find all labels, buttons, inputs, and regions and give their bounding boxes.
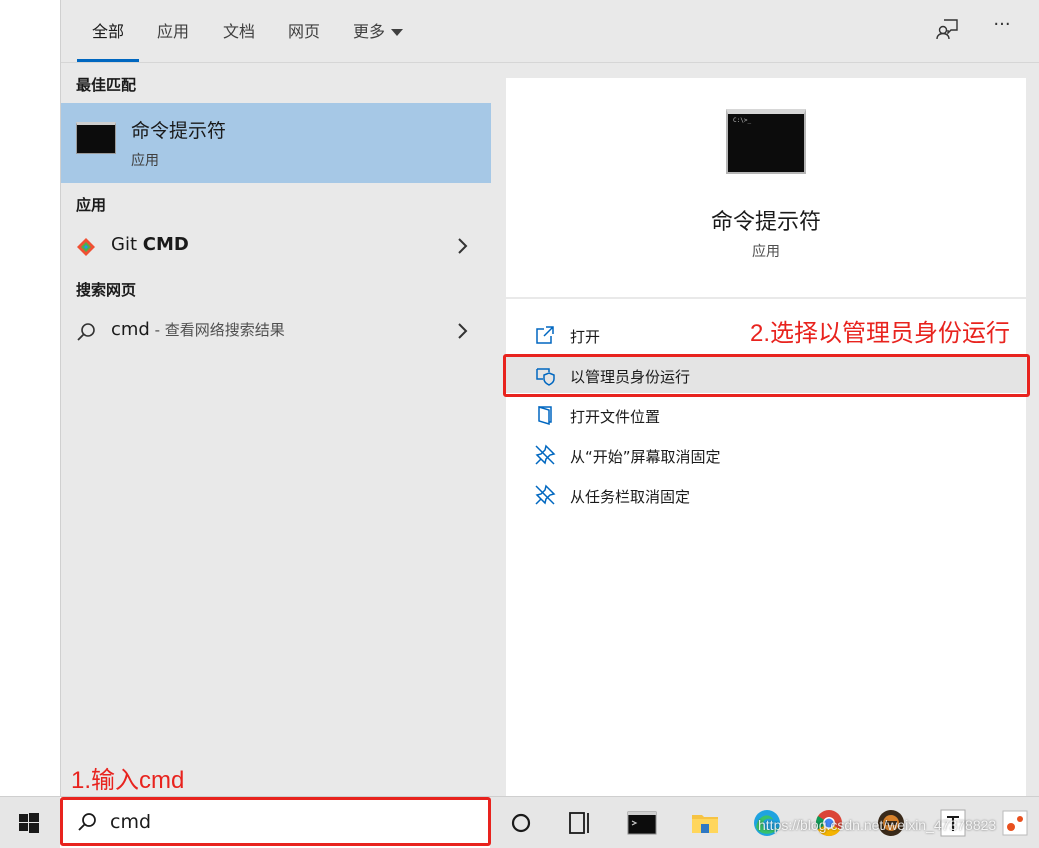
tab-documents[interactable]: 文档 [223, 18, 255, 42]
action-unpin-taskbar[interactable]: 从任务栏取消固定 [506, 477, 1026, 513]
tab-web[interactable]: 网页 [288, 18, 320, 42]
app-name-prefix: Git [111, 234, 143, 255]
feedback-icon[interactable] [935, 16, 961, 42]
annotation-step2: 2.选择以管理员身份运行 [750, 320, 1011, 347]
chevron-right-icon[interactable] [457, 236, 469, 256]
annotation-box-search [60, 797, 491, 846]
web-heading: 搜索网页 [76, 281, 137, 299]
app-name-bold: CMD [142, 234, 189, 255]
tabs-divider [61, 62, 1039, 63]
unpin-icon [535, 444, 556, 465]
best-match-item[interactable]: 命令提示符 应用 [61, 103, 491, 183]
action-unpin-taskbar-label: 从任务栏取消固定 [570, 488, 691, 506]
web-result-label: cmd - 查看网络搜索结果 [111, 319, 285, 340]
windows-start-icon[interactable] [18, 812, 40, 834]
annotation-box-run-as-admin [503, 354, 1030, 397]
tab-more[interactable]: 更多 [353, 18, 404, 42]
app-result-git-cmd[interactable]: Git CMD [61, 226, 491, 266]
tab-more-label: 更多 [353, 22, 386, 41]
git-icon [77, 238, 95, 256]
search-icon [77, 323, 95, 341]
chevron-down-icon [391, 29, 404, 36]
filter-tabs: 全部 应用 文档 网页 更多 ··· [61, 0, 1039, 62]
watermark-text: https://blog.csdn.net/weixin_47378823 [758, 817, 997, 833]
chevron-right-icon[interactable] [457, 321, 469, 341]
app-icon[interactable] [999, 807, 1031, 839]
search-panel: 全部 应用 文档 网页 更多 ··· 最佳匹配 命令提示符 应用 应用 Git … [60, 0, 1039, 796]
web-query: cmd [111, 319, 150, 340]
cortana-icon[interactable] [505, 807, 537, 839]
more-options-icon[interactable]: ··· [989, 14, 1015, 40]
file-explorer-icon[interactable] [689, 807, 721, 839]
app-result-label: Git CMD [111, 234, 189, 255]
action-open-label: 打开 [570, 328, 601, 346]
best-match-name: 命令提示符 [131, 120, 227, 142]
command-prompt-icon [76, 122, 116, 154]
tab-all[interactable]: 全部 [92, 18, 124, 42]
file-location-icon [538, 405, 552, 426]
best-match-type: 应用 [131, 153, 159, 169]
unpin-icon [535, 484, 556, 505]
annotation-step1: 1.输入cmd [71, 767, 185, 794]
task-view-icon[interactable] [564, 807, 596, 839]
action-open-file-location[interactable]: 打开文件位置 [506, 397, 1026, 433]
command-prompt-large-icon: C:\>_ [726, 109, 806, 174]
web-result-suffix: - 查看网络搜索结果 [149, 321, 285, 339]
cmd-icon-text: C:\>_ [733, 117, 752, 124]
open-icon [536, 326, 554, 344]
action-open-file-location-label: 打开文件位置 [570, 408, 661, 426]
terminal-icon[interactable] [626, 807, 658, 839]
detail-card: C:\>_ 命令提示符 应用 [506, 78, 1026, 297]
web-result-cmd[interactable]: cmd - 查看网络搜索结果 [61, 311, 491, 351]
detail-app-type: 应用 [752, 244, 780, 260]
detail-app-name: 命令提示符 [710, 210, 821, 235]
tab-apps[interactable]: 应用 [157, 18, 189, 42]
apps-heading: 应用 [76, 196, 107, 214]
action-unpin-start-label: 从“开始”屏幕取消固定 [570, 448, 721, 466]
best-match-heading: 最佳匹配 [76, 76, 137, 94]
action-unpin-start[interactable]: 从“开始”屏幕取消固定 [506, 437, 1026, 473]
